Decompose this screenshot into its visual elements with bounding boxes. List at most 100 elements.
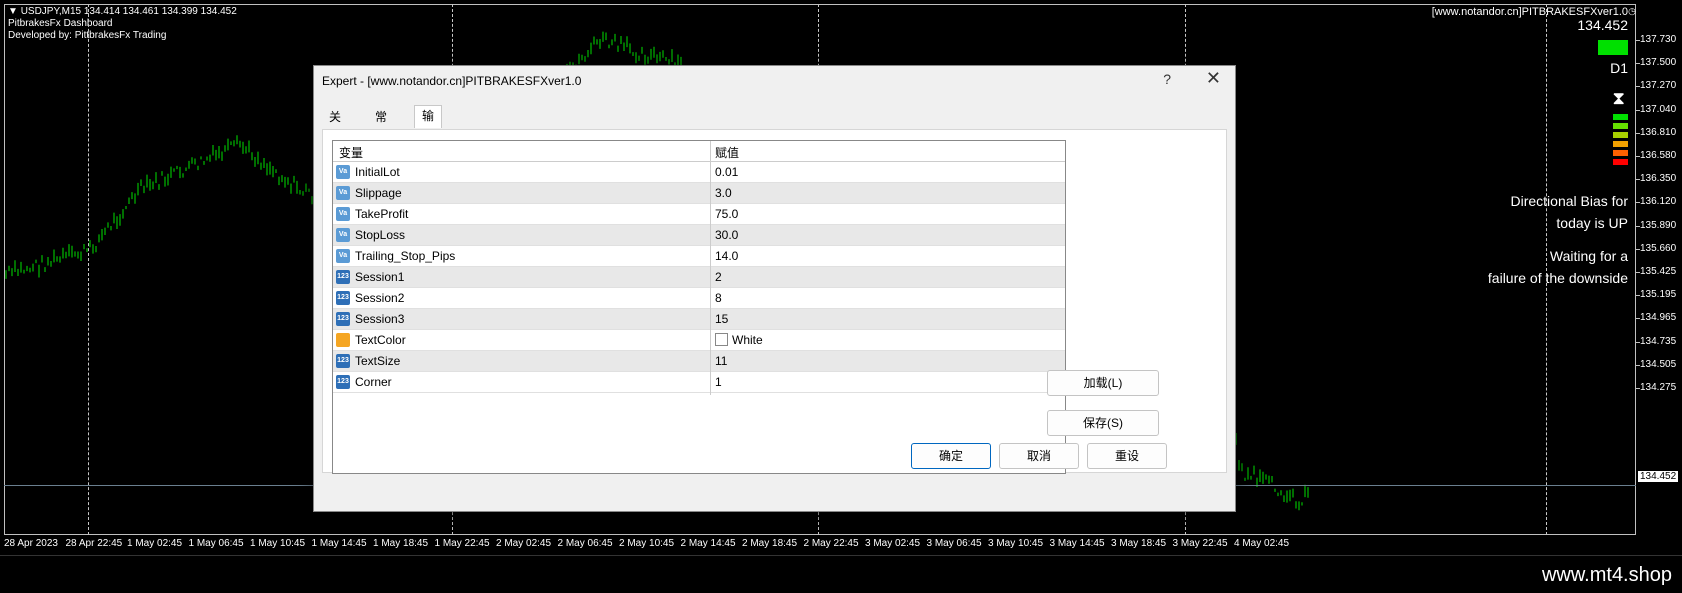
param-row-session1[interactable]: 123 Session1 2 (333, 267, 1065, 288)
param-value[interactable]: 14.0 (715, 249, 738, 263)
time-label: 3 May 06:45 (926, 538, 982, 549)
param-name: Trailing_Stop_Pips (355, 249, 456, 263)
reset-button[interactable]: 重设 (1087, 443, 1167, 469)
param-row-initiallot[interactable]: Va InitialLot 0.01 (333, 162, 1065, 183)
save-button[interactable]: 保存(S) (1047, 410, 1159, 436)
param-value[interactable]: 8 (715, 291, 722, 305)
price-level-label: 135.660 (1640, 242, 1677, 254)
param-row-textcolor[interactable]: TextColor White (333, 330, 1065, 351)
period-separator (1546, 4, 1547, 535)
footer-bar: www.mt4.shop (0, 555, 1682, 593)
color-swatch (715, 333, 728, 346)
time-label: 3 May 22:45 (1172, 538, 1228, 549)
time-label: 2 May 14:45 (680, 538, 736, 549)
param-name: Session1 (355, 270, 405, 284)
tab-about[interactable]: 关于 (322, 107, 348, 145)
close-icon[interactable]: ✕ (1206, 68, 1221, 89)
param-value[interactable]: 75.0 (715, 207, 738, 221)
price-scale[interactable]: 137.730 137.500 137.270 137.040 136.810 136.5… (1636, 4, 1682, 535)
color-type-icon (336, 333, 350, 347)
integer-type-icon: 123 (336, 375, 350, 389)
col-value[interactable]: 赋值 (715, 144, 739, 161)
price-level-label: 136.120 (1640, 196, 1677, 208)
dashboard-timeframe: D1 (1610, 60, 1628, 76)
strength-bar (1613, 114, 1628, 120)
trend-indicator-box (1598, 40, 1628, 55)
integer-type-icon: 123 (336, 270, 350, 284)
tab-inputs[interactable]: 输入参数 (414, 105, 443, 186)
price-level-label: 135.425 (1640, 266, 1677, 277)
time-label: 1 May 02:45 (127, 538, 183, 549)
hourglass-icon: ⧗ (1612, 88, 1625, 108)
integer-type-icon: 123 (336, 291, 350, 305)
time-label: 3 May 14:45 (1049, 538, 1105, 549)
param-value[interactable]: 11 (715, 354, 727, 368)
expert-properties-dialog: Expert - [www.notandor.cn]PITBRAKESFXver… (313, 65, 1236, 512)
time-label: 1 May 06:45 (188, 538, 244, 549)
brand-watermark: www.mt4.shop (1541, 564, 1672, 586)
price-level-label: 136.350 (1640, 173, 1677, 185)
time-label: 4 May 02:45 (1234, 538, 1290, 549)
double-type-icon: Va (336, 207, 350, 221)
param-row-slippage[interactable]: Va Slippage 3.0 (333, 183, 1065, 204)
param-value[interactable]: 30.0 (715, 228, 738, 242)
bias-line-2: today is UP (1556, 215, 1628, 231)
time-axis[interactable]: 28 Apr 2023 28 Apr 22:45 1 May 02:45 1 May … (0, 535, 1636, 555)
param-row-takeprofit[interactable]: Va TakeProfit 75.0 (333, 204, 1065, 225)
color-name: White (732, 333, 763, 347)
price-level-label: 134.505 (1640, 358, 1677, 370)
strength-bar (1613, 132, 1628, 138)
ok-button[interactable]: 确定 (911, 443, 991, 469)
parameters-grid[interactable]: 变量 赋值 Va InitialLot 0.01 Va Slippage 3.0 Va Tak… (332, 140, 1066, 474)
current-price-tag: 134.452 (1638, 471, 1679, 482)
time-label: 28 Apr 2023 (4, 538, 58, 549)
price-level-label: 137.500 (1640, 57, 1677, 69)
time-label: 1 May 10:45 (250, 538, 306, 549)
price-level-label: 134.965 (1640, 312, 1677, 324)
double-type-icon: Va (336, 228, 350, 242)
param-name: TextSize (355, 354, 401, 368)
param-name: Corner (355, 375, 392, 389)
price-level-label: 135.890 (1640, 219, 1677, 231)
param-row-session2[interactable]: 123 Session2 8 (333, 288, 1065, 309)
wait-line-1: Waiting for a (1549, 248, 1628, 264)
param-value[interactable]: 2 (715, 270, 722, 284)
param-row-corner[interactable]: 123 Corner 1 (333, 372, 1065, 393)
param-value[interactable]: 0.01 (715, 165, 738, 179)
param-row-textsize[interactable]: 123 TextSize 11 (333, 351, 1065, 372)
dialog-title: Expert - [www.notandor.cn]PITBRAKESFXver… (322, 74, 582, 88)
help-icon[interactable]: ? (1163, 71, 1171, 87)
param-value[interactable]: White (715, 333, 763, 347)
col-variable[interactable]: 变量 (339, 144, 363, 161)
param-value[interactable]: 15 (715, 312, 728, 326)
cancel-button[interactable]: 取消 (999, 443, 1079, 469)
param-value[interactable]: 3.0 (715, 186, 732, 200)
param-name: InitialLot (355, 165, 400, 179)
param-row-stoploss[interactable]: Va StopLoss 30.0 (333, 225, 1065, 246)
param-value[interactable]: 1 (715, 375, 722, 389)
price-level-label: 134.735 (1640, 335, 1677, 347)
price-level-label: 135.195 (1640, 289, 1677, 301)
time-label: 3 May 10:45 (988, 538, 1044, 549)
tab-common[interactable]: 常用 (368, 107, 394, 145)
price-level-label: 137.040 (1640, 103, 1677, 115)
price-level-label: 137.730 (1640, 34, 1677, 45)
param-name: TakeProfit (355, 207, 409, 221)
time-label: 3 May 02:45 (865, 538, 921, 549)
wait-line-2: failure of the downside (1487, 270, 1628, 286)
integer-type-icon: 123 (336, 354, 350, 368)
price-level-label: 134.275 (1640, 382, 1677, 393)
column-separator[interactable] (710, 141, 711, 395)
load-button[interactable]: 加载(L) (1047, 370, 1159, 396)
time-label: 1 May 22:45 (434, 538, 490, 549)
price-level-label: 136.810 (1640, 126, 1677, 138)
integer-type-icon: 123 (336, 312, 350, 326)
param-name: Slippage (355, 186, 402, 200)
indicator-name: PitbrakesFx Dashboard (8, 18, 113, 29)
dropdown-triangle-icon[interactable]: ▼ (8, 6, 21, 17)
param-row-trailing-stop-pips[interactable]: Va Trailing_Stop_Pips 14.0 (333, 246, 1065, 267)
strength-bar (1613, 141, 1628, 147)
time-label: 1 May 18:45 (373, 538, 429, 549)
dashboard-corner-icon: ◷ (1628, 6, 1636, 16)
param-row-session3[interactable]: 123 Session3 15 (333, 309, 1065, 330)
